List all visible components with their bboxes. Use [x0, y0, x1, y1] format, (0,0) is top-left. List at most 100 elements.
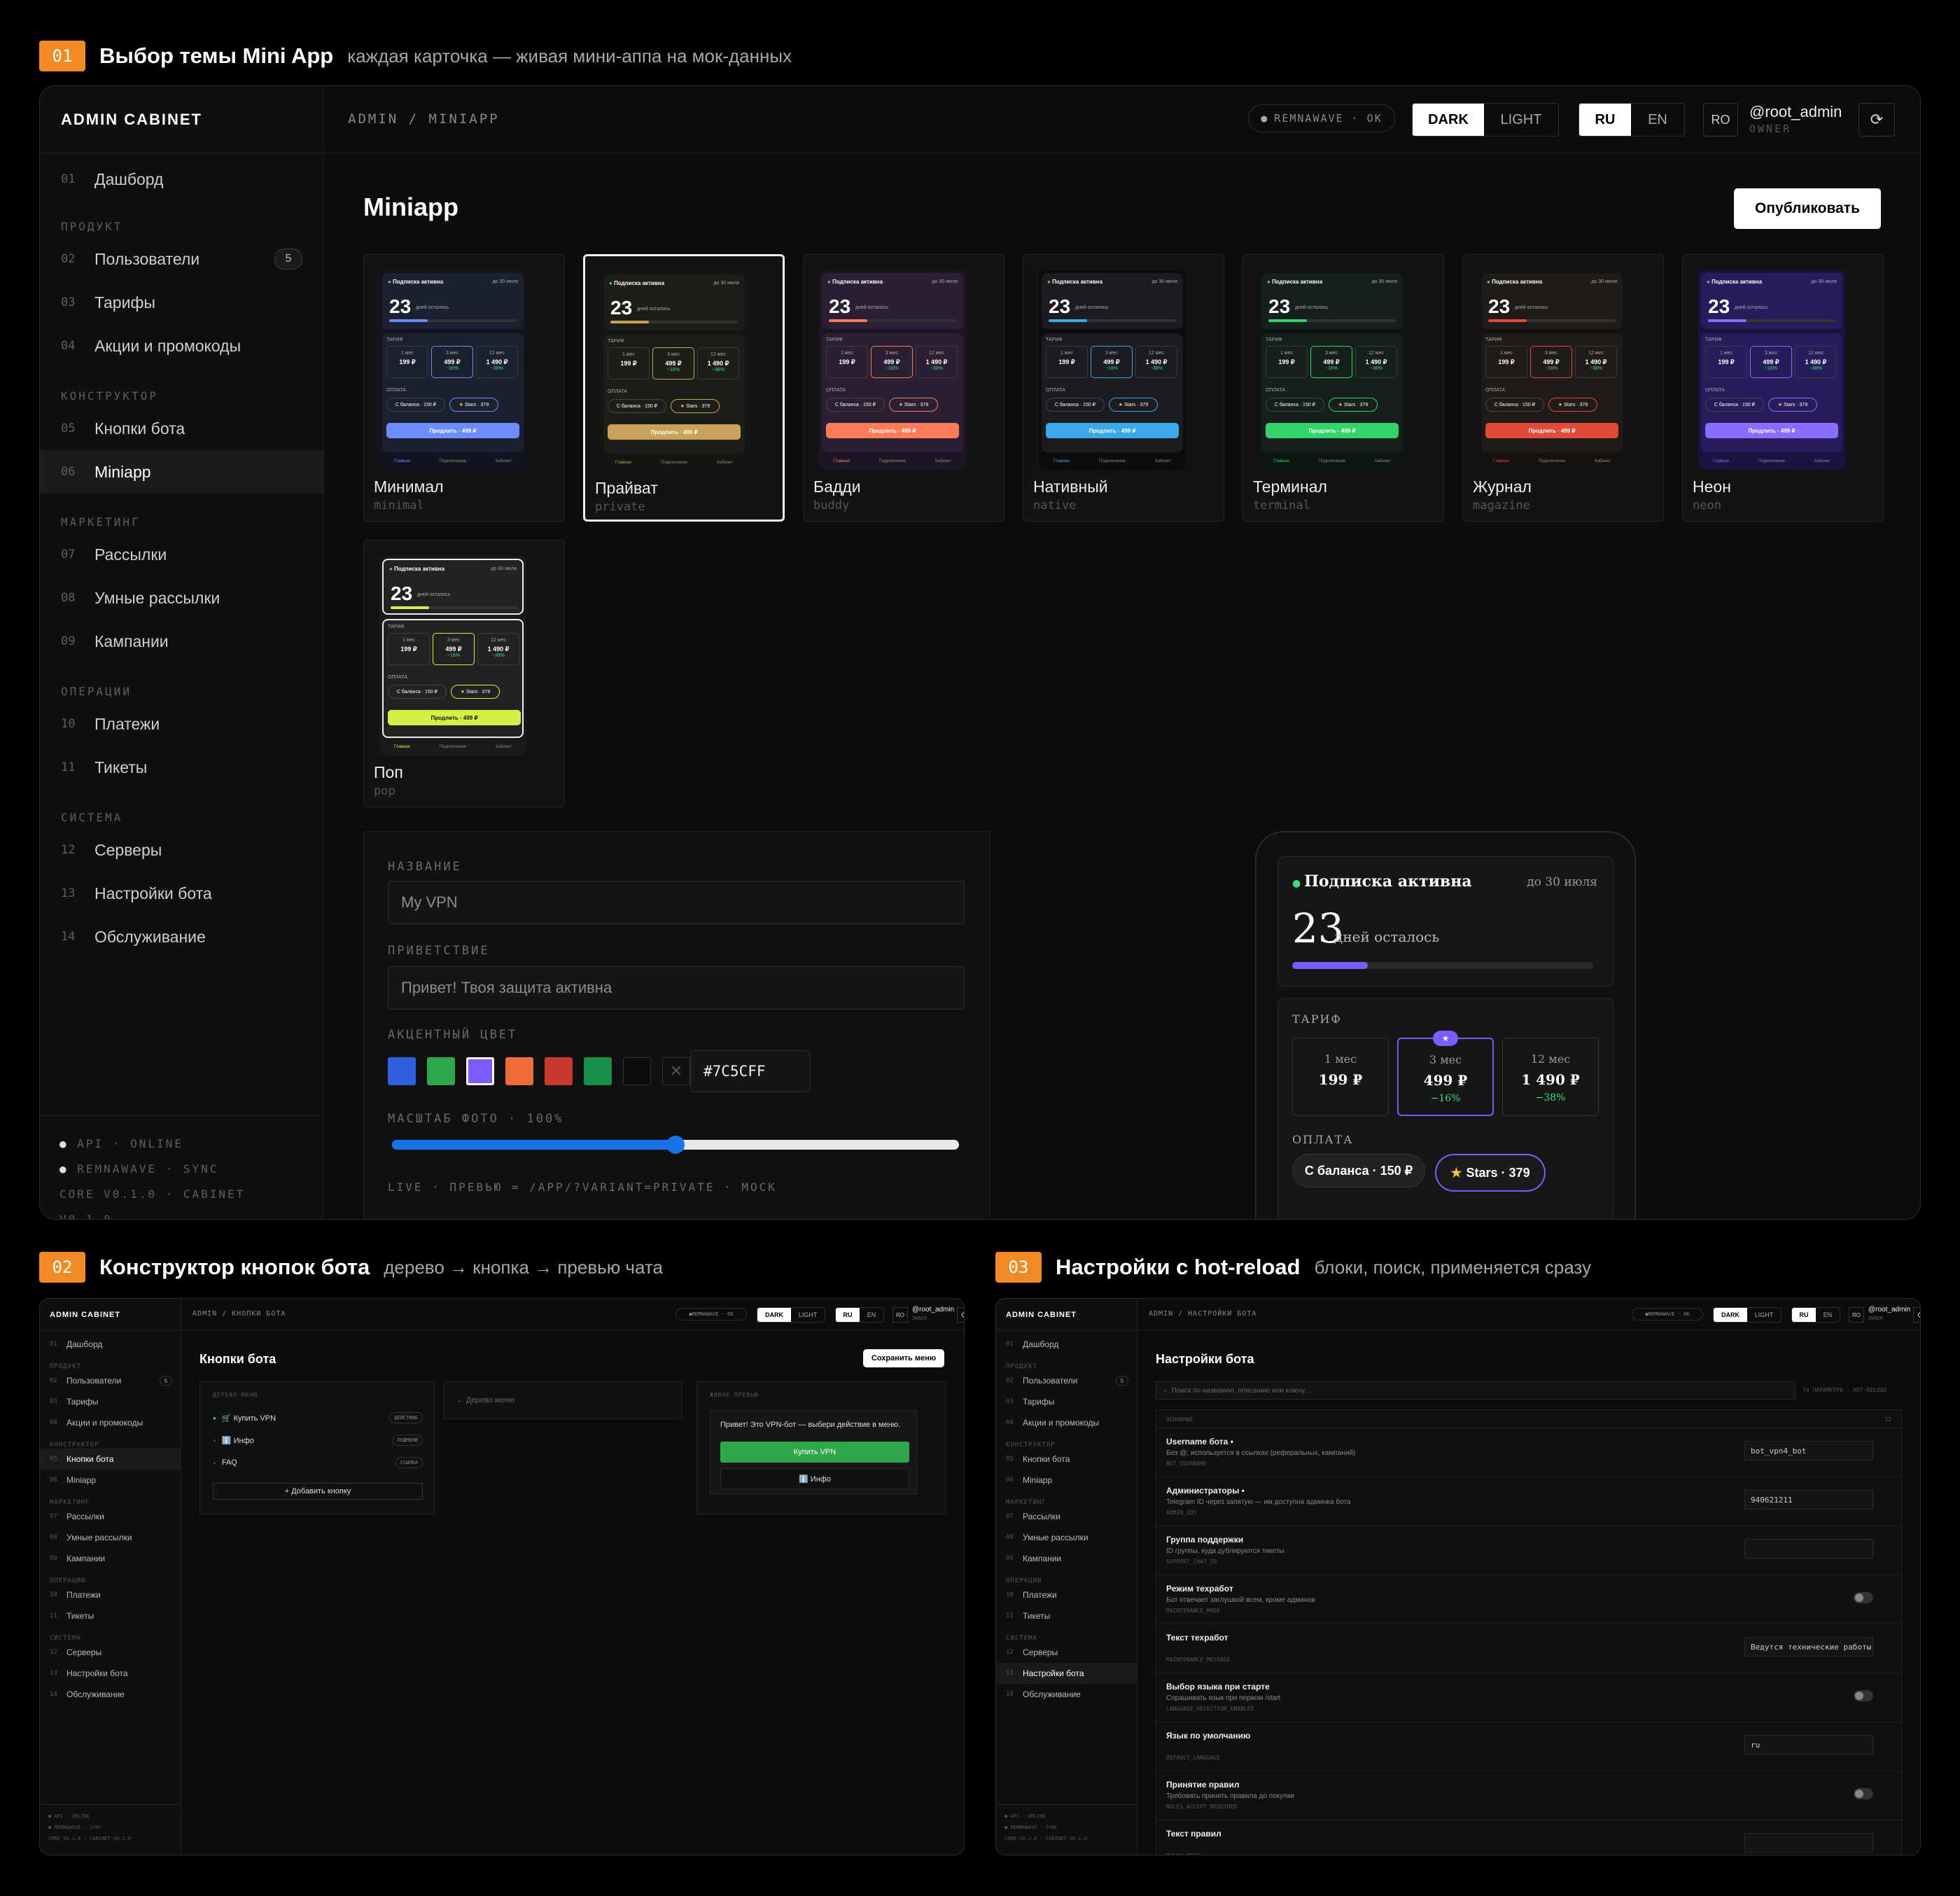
- tree-back-link[interactable]: ← Дерево меню: [443, 1381, 682, 1419]
- theme-card-magazine[interactable]: ● Подписка активна до 30 июля 23 дней ос…: [1462, 254, 1664, 522]
- theme-card-buddy[interactable]: ● Подписка активна до 30 июля 23 дней ос…: [803, 254, 1004, 522]
- theme-dark-button[interactable]: DARK: [1413, 104, 1484, 136]
- tree-item[interactable]: ● 🛒 Купить VPN ДЕЙСТВИЕ: [213, 1410, 423, 1426]
- no-color-icon[interactable]: ✕: [662, 1057, 690, 1085]
- lang-en-button[interactable]: EN: [1631, 104, 1684, 136]
- color-swatch[interactable]: [545, 1057, 573, 1085]
- refresh-icon[interactable]: ⟳: [1858, 103, 1895, 137]
- sidebar-item-users[interactable]: 02 Пользователи 5: [40, 237, 323, 281]
- sidebar-item-dashboard[interactable]: 01 Дашборд: [40, 1334, 181, 1355]
- sidebar-item-maintenance[interactable]: 14 Обслуживание: [40, 1684, 181, 1705]
- plan-12-months[interactable]: 12 мес 1 490 ₽ −38%: [1502, 1038, 1599, 1116]
- theme-light-button[interactable]: LIGHT: [1484, 104, 1558, 136]
- hex-color-input[interactable]: #7C5CFF: [690, 1050, 811, 1092]
- setting-value-input[interactable]: ru: [1744, 1735, 1873, 1755]
- scale-slider-handle[interactable]: [666, 1136, 685, 1154]
- pay-stars-button[interactable]: ★ Stars · 379: [1435, 1154, 1546, 1192]
- color-swatch[interactable]: [388, 1057, 416, 1085]
- sidebar-item-dashboard[interactable]: 01 Дашборд: [40, 158, 323, 201]
- sidebar-item-bot-settings[interactable]: 13 Настройки бота: [40, 872, 323, 915]
- sidebar-item-payments[interactable]: 10 Платежи: [996, 1584, 1137, 1605]
- color-swatch[interactable]: [505, 1057, 533, 1085]
- sidebar-item-maintenance[interactable]: 14 Обслуживание: [40, 915, 323, 959]
- chat-info-button[interactable]: ℹ️ Инфо: [720, 1468, 909, 1489]
- sidebar-item-bot-buttons[interactable]: 05 Кнопки бота: [40, 1449, 181, 1470]
- theme-card-neon[interactable]: ● Подписка активна до 30 июля 23 дней ос…: [1682, 254, 1884, 522]
- setting-toggle[interactable]: [1854, 1690, 1873, 1701]
- add-button[interactable]: + Добавить кнопку: [213, 1483, 423, 1500]
- setting-value-input[interactable]: 940621211: [1744, 1490, 1873, 1510]
- pay-balance-button[interactable]: С баланса · 150 ₽: [1292, 1154, 1425, 1187]
- lang-en-button[interactable]: EN: [860, 1308, 883, 1322]
- scale-slider-track[interactable]: [392, 1136, 959, 1154]
- sidebar-item-mailings[interactable]: 07 Рассылки: [40, 533, 323, 576]
- tree-item[interactable]: ● FAQ ССЫЛКА: [213, 1455, 423, 1470]
- plan-3-months[interactable]: ★ 3 мес 499 ₽ −16%: [1397, 1031, 1494, 1116]
- sidebar-item-miniapp[interactable]: 06 Miniapp: [996, 1470, 1137, 1491]
- lang-en-button[interactable]: EN: [1816, 1308, 1840, 1322]
- color-swatch[interactable]: [584, 1057, 612, 1085]
- settings-search-input[interactable]: ⌕ Поиск по названию, описанию или ключу…: [1156, 1381, 1795, 1400]
- setting-value-input[interactable]: [1744, 1539, 1873, 1559]
- sidebar-item-miniapp[interactable]: 06 Miniapp: [40, 1470, 181, 1491]
- color-swatch[interactable]: [623, 1057, 651, 1085]
- sidebar-item-campaigns[interactable]: 09 Кампании: [40, 1548, 181, 1569]
- theme-card-pop[interactable]: ● Подписка активна до 30 июля 23 дней ос…: [363, 540, 565, 807]
- theme-card-private[interactable]: ● Подписка активна до 30 июля 23 дней ос…: [583, 254, 785, 522]
- tree-item[interactable]: ● ℹ️ Инфо ПОДМЕНЮ: [213, 1433, 423, 1448]
- sidebar-item-servers[interactable]: 12 Серверы: [40, 1642, 181, 1663]
- theme-card-terminal[interactable]: ● Подписка активна до 30 июля 23 дней ос…: [1242, 254, 1444, 522]
- avatar[interactable]: RO: [892, 1307, 908, 1323]
- theme-card-minimal[interactable]: ● Подписка активна до 30 июля 23 дней ос…: [363, 254, 565, 522]
- plan-1-month[interactable]: 1 мес 199 ₽: [1292, 1038, 1389, 1116]
- sidebar-item-promos[interactable]: 04 Акции и промокоды: [40, 324, 323, 368]
- save-menu-button[interactable]: Сохранить меню: [863, 1349, 944, 1367]
- sidebar-item-tariffs[interactable]: 03 Тарифы: [996, 1391, 1137, 1412]
- sidebar-item-tickets[interactable]: 11 Тикеты: [996, 1605, 1137, 1626]
- refresh-icon[interactable]: ⟳: [1913, 1307, 1920, 1323]
- sidebar-item-smart-mailings[interactable]: 08 Умные рассылки: [40, 1527, 181, 1548]
- sidebar-item-bot-settings[interactable]: 13 Настройки бота: [996, 1663, 1137, 1684]
- sidebar-item-mailings[interactable]: 07 Рассылки: [40, 1506, 181, 1527]
- color-swatch[interactable]: [466, 1057, 494, 1085]
- refresh-icon[interactable]: ⟳: [957, 1307, 964, 1323]
- greeting-input[interactable]: Привет! Твоя защита активна: [388, 966, 965, 1010]
- lang-ru-button[interactable]: RU: [1792, 1308, 1816, 1322]
- setting-toggle[interactable]: [1854, 1788, 1873, 1799]
- avatar[interactable]: RO: [1849, 1307, 1864, 1323]
- theme-dark-button[interactable]: DARK: [1714, 1308, 1747, 1322]
- sidebar-item-campaigns[interactable]: 09 Кампании: [40, 620, 323, 663]
- sidebar-item-servers[interactable]: 12 Серверы: [996, 1642, 1137, 1663]
- chat-buy-button[interactable]: Купить VPN: [720, 1442, 909, 1463]
- sidebar-item-smart-mailings[interactable]: 08 Умные рассылки: [996, 1527, 1137, 1548]
- sidebar-item-servers[interactable]: 12 Серверы: [40, 828, 323, 872]
- sidebar-item-campaigns[interactable]: 09 Кампании: [996, 1548, 1137, 1569]
- sidebar-item-tariffs[interactable]: 03 Тарифы: [40, 1391, 181, 1412]
- name-input[interactable]: My VPN: [388, 881, 965, 924]
- sidebar-item-bot-settings[interactable]: 13 Настройки бота: [40, 1663, 181, 1684]
- sidebar-item-promos[interactable]: 04 Акции и промокоды: [996, 1412, 1137, 1433]
- theme-light-button[interactable]: LIGHT: [791, 1308, 825, 1322]
- sidebar-item-payments[interactable]: 10 Платежи: [40, 1584, 181, 1605]
- sidebar-item-tariffs[interactable]: 03 Тарифы: [40, 281, 323, 324]
- theme-light-button[interactable]: LIGHT: [1747, 1308, 1781, 1322]
- sidebar-item-bot-buttons[interactable]: 05 Кнопки бота: [40, 407, 323, 450]
- sidebar-item-smart-mailings[interactable]: 08 Умные рассылки: [40, 576, 323, 620]
- lang-ru-button[interactable]: RU: [1579, 104, 1631, 136]
- setting-toggle[interactable]: [1854, 1592, 1873, 1603]
- sidebar-item-tickets[interactable]: 11 Тикеты: [40, 746, 323, 789]
- lang-ru-button[interactable]: RU: [836, 1308, 860, 1322]
- sidebar-item-users[interactable]: 02 Пользователи 5: [40, 1370, 181, 1391]
- sidebar-item-bot-buttons[interactable]: 05 Кнопки бота: [996, 1449, 1137, 1470]
- sidebar-item-miniapp[interactable]: 06 Miniapp: [40, 450, 323, 494]
- color-swatch[interactable]: [427, 1057, 455, 1085]
- sidebar-item-mailings[interactable]: 07 Рассылки: [996, 1506, 1137, 1527]
- sidebar-item-promos[interactable]: 04 Акции и промокоды: [40, 1412, 181, 1433]
- sidebar-item-payments[interactable]: 10 Платежи: [40, 702, 323, 746]
- publish-button[interactable]: Опубликовать: [1734, 188, 1881, 229]
- avatar[interactable]: RO: [1703, 103, 1738, 137]
- sidebar-item-users[interactable]: 02 Пользователи 5: [996, 1370, 1137, 1391]
- setting-value-input[interactable]: bot_vpn4_bot: [1744, 1441, 1873, 1461]
- theme-card-native[interactable]: ● Подписка активна до 30 июля 23 дней ос…: [1023, 254, 1224, 522]
- setting-value-input[interactable]: Ведутся технические работы: [1744, 1637, 1873, 1657]
